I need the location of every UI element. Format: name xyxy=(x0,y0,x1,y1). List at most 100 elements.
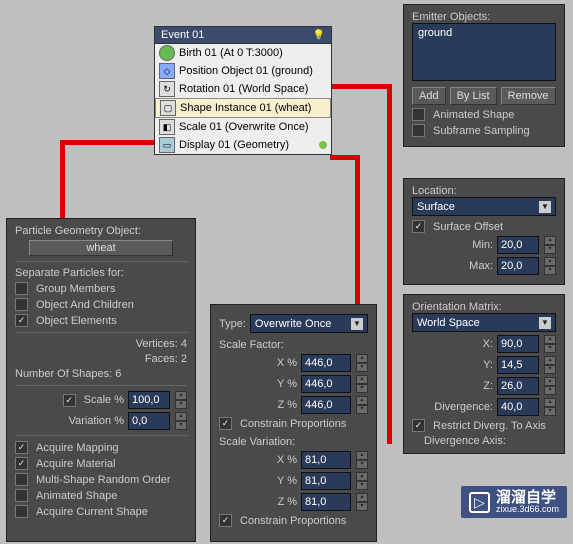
orient-select[interactable]: World Space▼ xyxy=(412,313,556,332)
oy-label: Y: xyxy=(483,359,493,371)
op-birth-label: Birth 01 (At 0 T:3000) xyxy=(179,47,283,59)
op-shape[interactable]: ▢Shape Instance 01 (wheat) xyxy=(155,98,331,118)
event-header[interactable]: Event 01 💡 xyxy=(155,27,331,44)
sv-title: Scale Variation: xyxy=(219,436,368,448)
watermark-sub: zixue.3d66.com xyxy=(496,505,559,514)
location-select[interactable]: Surface▼ xyxy=(412,197,556,216)
children-checkbox[interactable] xyxy=(15,298,28,311)
faces-label: Faces: 2 xyxy=(145,353,187,365)
mapping-label: Acquire Mapping xyxy=(36,442,119,454)
op-display[interactable]: ▭Display 01 (Geometry) xyxy=(155,136,331,154)
scale-label: Scale % xyxy=(84,394,124,406)
shape-icon: ▢ xyxy=(160,100,176,116)
sf-title: Scale Factor: xyxy=(219,339,368,351)
oz-input[interactable]: 26,0 xyxy=(497,377,539,395)
add-button[interactable]: Add xyxy=(412,87,446,105)
cp2-checkbox[interactable]: ✓ xyxy=(219,514,232,527)
event-node[interactable]: Event 01 💡 Birth 01 (At 0 T:3000) ◇Posit… xyxy=(154,26,332,155)
offset-label: Surface Offset xyxy=(433,221,503,233)
bulb-icon[interactable]: 💡 xyxy=(313,30,325,41)
current-label: Acquire Current Shape xyxy=(36,506,148,518)
op-position[interactable]: ◇Position Object 01 (ground) xyxy=(155,62,331,80)
geom-title: Particle Geometry Object: xyxy=(15,225,187,237)
sfy-input[interactable]: 446,0 xyxy=(301,375,351,393)
anim-shape-checkbox[interactable] xyxy=(412,108,425,121)
offset-checkbox[interactable]: ✓ xyxy=(412,220,425,233)
axis-title: Divergence Axis: xyxy=(420,435,556,447)
bylist-button[interactable]: By List xyxy=(450,87,497,105)
op-scale-label: Scale 01 (Overwrite Once) xyxy=(179,121,309,133)
svz-input[interactable]: 81,0 xyxy=(301,493,351,511)
orient-value: World Space xyxy=(417,317,480,329)
scale-checkbox[interactable]: ✓ xyxy=(63,394,76,407)
vertices-label: Vertices: 4 xyxy=(136,338,187,350)
op-rotation-label: Rotation 01 (World Space) xyxy=(179,83,308,95)
emitter-list[interactable]: ground xyxy=(412,23,556,81)
subframe-checkbox[interactable] xyxy=(412,124,425,137)
watermark-text: 溜溜自学 xyxy=(496,490,559,505)
cp1-checkbox[interactable]: ✓ xyxy=(219,417,232,430)
oy-spinner[interactable]: ▴▾ xyxy=(544,356,556,374)
var-label: Variation % xyxy=(69,415,124,427)
svz-label: Z % xyxy=(277,496,297,508)
emitter-list-item[interactable]: ground xyxy=(418,27,452,39)
type-select[interactable]: Overwrite Once▼ xyxy=(250,314,368,333)
material-label: Acquire Material xyxy=(36,458,115,470)
group-checkbox[interactable] xyxy=(15,282,28,295)
current-checkbox[interactable] xyxy=(15,505,28,518)
sfz-input[interactable]: 446,0 xyxy=(301,396,351,414)
oy-input[interactable]: 14,5 xyxy=(497,356,539,374)
sfx-spinner[interactable]: ▴▾ xyxy=(356,354,368,372)
ox-input[interactable]: 90,0 xyxy=(497,335,539,353)
min-spinner[interactable]: ▴▾ xyxy=(544,236,556,254)
sfy-spinner[interactable]: ▴▾ xyxy=(356,375,368,393)
material-checkbox[interactable]: ✓ xyxy=(15,457,28,470)
max-input[interactable]: 20,0 xyxy=(497,257,539,275)
svx-spinner[interactable]: ▴▾ xyxy=(356,451,368,469)
op-birth[interactable]: Birth 01 (At 0 T:3000) xyxy=(155,44,331,62)
svx-input[interactable]: 81,0 xyxy=(301,451,351,469)
sfz-label: Z % xyxy=(277,399,297,411)
svx-label: X % xyxy=(277,454,297,466)
scale-spinner[interactable]: ▴▾ xyxy=(175,391,187,409)
min-label: Min: xyxy=(472,239,493,251)
op-rotation[interactable]: ↻Rotation 01 (World Space) xyxy=(155,80,331,98)
random-checkbox[interactable] xyxy=(15,473,28,486)
mapping-checkbox[interactable]: ✓ xyxy=(15,441,28,454)
location-value: Surface xyxy=(417,201,455,213)
shapes-label: Number Of Shapes: 6 xyxy=(15,368,121,380)
ox-spinner[interactable]: ▴▾ xyxy=(544,335,556,353)
anim2-label: Animated Shape xyxy=(36,490,117,502)
elements-label: Object Elements xyxy=(36,315,117,327)
display-dot-icon xyxy=(319,141,327,149)
oz-spinner[interactable]: ▴▾ xyxy=(544,377,556,395)
svy-spinner[interactable]: ▴▾ xyxy=(356,472,368,490)
subframe-label: Subframe Sampling xyxy=(433,125,530,137)
svz-spinner[interactable]: ▴▾ xyxy=(356,493,368,511)
sfx-input[interactable]: 446,0 xyxy=(301,354,351,372)
div-input[interactable]: 40,0 xyxy=(497,398,539,416)
remove-button[interactable]: Remove xyxy=(501,87,556,105)
restrict-checkbox[interactable]: ✓ xyxy=(412,419,425,432)
sfz-spinner[interactable]: ▴▾ xyxy=(356,396,368,414)
div-spinner[interactable]: ▴▾ xyxy=(544,398,556,416)
display-icon: ▭ xyxy=(159,137,175,153)
elements-checkbox[interactable]: ✓ xyxy=(15,314,28,327)
obj-button[interactable]: wheat xyxy=(29,240,173,256)
location-panel: Location: Surface▼ ✓Surface Offset Min:2… xyxy=(403,178,565,285)
type-label: Type: xyxy=(219,318,246,330)
svy-input[interactable]: 81,0 xyxy=(301,472,351,490)
orient-title: Orientation Matrix: xyxy=(412,301,556,313)
restrict-label: Restrict Diverg. To Axis xyxy=(433,420,546,432)
sfx-label: X % xyxy=(277,357,297,369)
min-input[interactable]: 20,0 xyxy=(497,236,539,254)
scale-input[interactable]: 100,0 xyxy=(128,391,170,409)
group-label: Group Members xyxy=(36,283,115,295)
position-icon: ◇ xyxy=(159,63,175,79)
op-scale[interactable]: ◧Scale 01 (Overwrite Once) xyxy=(155,118,331,136)
var-input[interactable]: 0,0 xyxy=(128,412,170,430)
anim2-checkbox[interactable] xyxy=(15,489,28,502)
var-spinner[interactable]: ▴▾ xyxy=(175,412,187,430)
max-spinner[interactable]: ▴▾ xyxy=(544,257,556,275)
emitter-panel: Emitter Objects: ground Add By List Remo… xyxy=(403,4,565,147)
